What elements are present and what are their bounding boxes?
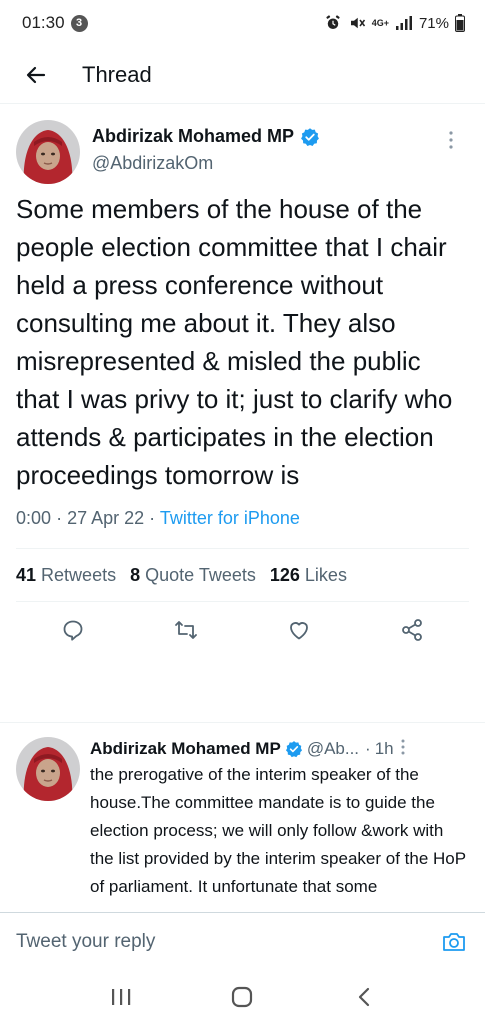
more-vertical-icon [449, 131, 453, 149]
status-time: 01:30 [22, 13, 65, 32]
system-back-button[interactable] [344, 977, 384, 1017]
tweet-actions [16, 602, 469, 658]
camera-icon [443, 932, 465, 951]
verified-badge-icon [285, 741, 302, 758]
signal-icon [395, 15, 413, 31]
reply-input[interactable] [16, 930, 439, 953]
mute-icon [348, 14, 366, 32]
page-title: Thread [82, 61, 152, 87]
status-bar: 01:30 3 4G+ 71% [0, 0, 485, 46]
reply-button[interactable] [58, 615, 88, 645]
avatar[interactable] [16, 737, 80, 801]
alarm-icon [324, 14, 342, 32]
reply-more-options-button[interactable] [400, 738, 406, 761]
retweets-stat[interactable]: 41 Retweets [16, 565, 116, 586]
recent-apps-button[interactable] [101, 977, 141, 1017]
author-display-name[interactable]: Abdirizak Mohamed MP [92, 126, 320, 147]
reply-tweet[interactable]: Abdirizak Mohamed MP @Ab... · 1h the pre… [0, 722, 485, 912]
tweet-date: 27 Apr 22 [67, 508, 145, 528]
share-button[interactable] [397, 615, 427, 645]
heart-icon [290, 622, 309, 640]
battery-icon [455, 14, 465, 32]
avatar[interactable] [16, 120, 80, 184]
likes-stat[interactable]: 126 Likes [270, 565, 347, 586]
like-button[interactable] [284, 615, 314, 645]
tweet-source-link[interactable]: Twitter for iPhone [160, 508, 300, 528]
tweet-time: 0:00 [16, 508, 52, 528]
tweet-text: Some members of the house of the people … [16, 194, 453, 490]
reply-handle[interactable]: @Ab... [307, 739, 359, 759]
reply-time: 1h [374, 739, 394, 758]
system-nav-bar [0, 970, 485, 1024]
home-button[interactable] [222, 977, 262, 1017]
chevron-left-icon [359, 987, 370, 1007]
author-handle[interactable]: @AbdirizakOm [92, 153, 320, 174]
reply-text: the prerogative of the interim speaker o… [90, 765, 466, 896]
status-right: 4G+ 71% [324, 14, 465, 32]
retweets-label: Retweets [41, 564, 117, 585]
network-type-label: 4G+ [371, 17, 389, 28]
share-icon [402, 619, 423, 641]
more-options-button[interactable] [441, 128, 461, 152]
verified-badge-icon [301, 127, 319, 146]
more-vertical-icon [401, 739, 405, 754]
battery-percent: 71% [418, 14, 449, 32]
reply-inner: Abdirizak Mohamed MP @Ab... · 1h the pre… [16, 723, 469, 901]
reply-body: Abdirizak Mohamed MP @Ab... · 1h the pre… [90, 737, 469, 901]
quotes-label: Quote Tweets [145, 564, 256, 585]
reply-icon [63, 620, 83, 641]
retweets-count: 41 [16, 564, 37, 585]
reply-display-name[interactable]: Abdirizak Mohamed MP [90, 739, 281, 759]
recent-apps-icon [111, 989, 131, 1005]
tweet-author-row: Abdirizak Mohamed MP @AbdirizakOm [16, 104, 469, 192]
notification-count-badge: 3 [70, 14, 88, 32]
camera-button[interactable] [439, 927, 469, 957]
quote-tweets-stat[interactable]: 8 Quote Tweets [130, 565, 256, 586]
arrow-left-icon [26, 66, 46, 83]
home-icon [232, 986, 253, 1008]
tweet-stats: 41 Retweets 8 Quote Tweets 126 Likes [16, 549, 469, 601]
retweet-icon [174, 621, 197, 639]
quotes-count: 8 [130, 564, 141, 585]
meta-separator: · [149, 508, 160, 528]
main-tweet: Abdirizak Mohamed MP @AbdirizakOm Some m… [0, 104, 485, 658]
likes-count: 126 [269, 564, 300, 585]
reply-header: Abdirizak Mohamed MP @Ab... · 1h [90, 737, 469, 761]
meta-separator: · [56, 508, 68, 528]
status-left: 01:30 3 [22, 13, 88, 33]
back-button[interactable] [14, 53, 58, 97]
retweet-button[interactable] [171, 615, 201, 645]
thread-header: Thread [0, 46, 485, 104]
tweet-meta: 0:00 · 27 Apr 22 · Twitter for iPhone [16, 508, 469, 534]
compose-bar [0, 912, 485, 970]
author-names: Abdirizak Mohamed MP @AbdirizakOm [92, 120, 320, 174]
display-name-text: Abdirizak Mohamed MP [92, 126, 295, 146]
likes-label: Likes [304, 564, 347, 585]
reply-time-sep: · [365, 739, 371, 758]
